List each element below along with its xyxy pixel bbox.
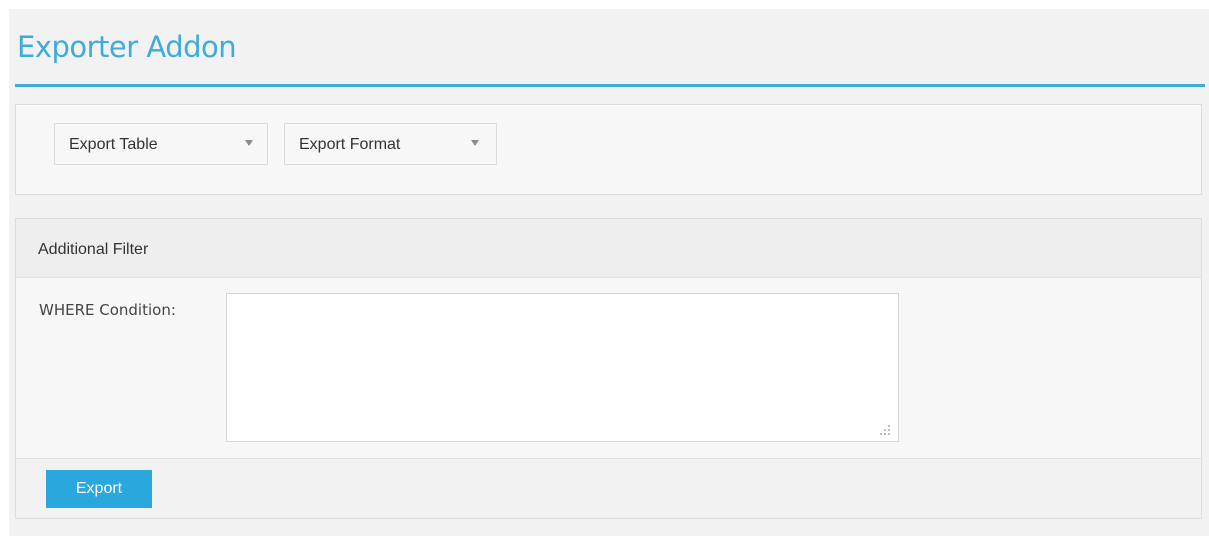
export-format-select[interactable]: Export Format xyxy=(284,123,497,165)
caret-down-icon xyxy=(471,140,479,146)
filter-panel-title: Additional Filter xyxy=(38,241,149,258)
exporter-page: Exporter Addon Export Table Export Forma… xyxy=(9,9,1209,536)
where-condition-label: WHERE Condition: xyxy=(39,301,176,319)
where-condition-input[interactable] xyxy=(226,293,899,442)
export-table-select[interactable]: Export Table xyxy=(54,123,268,165)
title-divider xyxy=(15,84,1205,87)
export-options-panel: Export Table Export Format xyxy=(15,104,1202,195)
additional-filter-panel: Additional Filter WHERE Condition: Expor… xyxy=(15,218,1202,519)
resize-grip-icon[interactable] xyxy=(878,423,892,437)
export-table-select-label: Export Table xyxy=(69,136,158,153)
export-button[interactable]: Export xyxy=(46,470,152,508)
caret-down-icon xyxy=(245,140,253,146)
page-title: Exporter Addon xyxy=(17,30,237,64)
filter-panel-header: Additional Filter xyxy=(16,219,1201,278)
export-format-select-label: Export Format xyxy=(299,136,401,153)
filter-panel-footer: Export xyxy=(16,458,1201,518)
